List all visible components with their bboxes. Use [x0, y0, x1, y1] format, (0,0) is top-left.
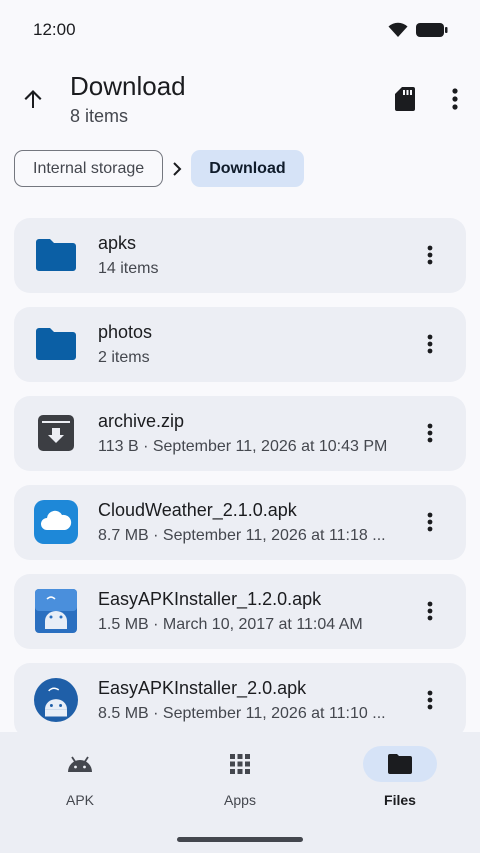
list-item[interactable]: CloudWeather_2.1.0.apk 8.7 MB · Septembe… — [14, 485, 466, 560]
nav-files[interactable]: Files — [340, 746, 460, 808]
file-list: apks 14 items photos 2 items archive.zip… — [14, 218, 466, 752]
nav-apps-label: Apps — [224, 792, 256, 808]
arrow-up-icon — [24, 90, 42, 108]
file-name: EasyAPKInstaller_1.2.0.apk — [98, 589, 322, 609]
nav-apk-pill — [43, 746, 117, 782]
chevron-right-icon — [163, 161, 191, 176]
apps-grid-icon — [230, 754, 250, 774]
status-bar: 12:00 — [0, 0, 480, 60]
status-icons — [388, 22, 448, 38]
nav-apps[interactable]: Apps — [180, 746, 300, 808]
list-item[interactable]: photos 2 items — [14, 307, 466, 382]
item-more-button[interactable] — [412, 237, 448, 273]
more-vert-icon — [427, 334, 433, 354]
nav-files-pill — [363, 746, 437, 782]
list-item[interactable]: apks 14 items — [14, 218, 466, 293]
item-more-button[interactable] — [412, 504, 448, 540]
breadcrumb-internal-storage[interactable]: Internal storage — [14, 150, 164, 187]
file-name: archive.zip — [98, 411, 185, 431]
item-more-button[interactable] — [412, 593, 448, 629]
more-vert-icon — [427, 512, 433, 532]
list-item[interactable]: archive.zip 113 B · September 11, 2026 a… — [14, 396, 466, 471]
android-icon — [68, 756, 92, 772]
folder-icon — [388, 754, 412, 774]
easy-installer-round-icon — [34, 678, 78, 722]
nav-apps-pill — [203, 746, 277, 782]
wifi-icon — [388, 22, 408, 37]
gesture-handle[interactable] — [177, 837, 303, 842]
item-more-button[interactable] — [412, 326, 448, 362]
status-time: 12:00 — [33, 20, 76, 39]
more-vert-icon — [427, 245, 433, 265]
file-meta: 8.7 MB · September 11, 2026 at 11:18 ... — [98, 527, 386, 544]
more-options-button[interactable] — [436, 80, 474, 118]
folder-icon — [34, 322, 78, 366]
top-app-bar: Download 8 items — [0, 62, 480, 136]
cloud-app-icon — [34, 500, 78, 544]
file-name: photos — [98, 322, 153, 342]
item-more-button[interactable] — [412, 415, 448, 451]
file-meta: 113 B · September 11, 2026 at 10:43 PM — [98, 438, 388, 455]
breadcrumb-download[interactable]: Download — [191, 150, 304, 187]
file-name: apks — [98, 233, 137, 253]
easy-installer-icon — [34, 589, 78, 633]
file-name: EasyAPKInstaller_2.0.apk — [98, 678, 307, 698]
folder-icon — [34, 233, 78, 277]
bottom-navigation: APK Apps Files — [0, 732, 480, 853]
more-vert-icon — [452, 88, 458, 110]
page-title: Download — [70, 71, 186, 101]
item-count: 8 items — [70, 106, 129, 126]
list-item[interactable]: EasyAPKInstaller_2.0.apk 8.5 MB · Septem… — [14, 663, 466, 738]
item-more-button[interactable] — [412, 682, 448, 718]
storage-button[interactable] — [386, 80, 424, 118]
more-vert-icon — [427, 601, 433, 621]
nav-apk-label: APK — [65, 792, 94, 808]
sd-card-icon — [395, 87, 415, 111]
file-meta: 8.5 MB · September 11, 2026 at 11:10 ... — [98, 705, 386, 722]
more-vert-icon — [427, 423, 433, 443]
file-meta: 2 items — [98, 349, 150, 366]
nav-apk[interactable]: APK — [20, 746, 140, 808]
nav-files-label: Files — [384, 792, 416, 808]
navigate-up-button[interactable] — [14, 80, 52, 118]
list-item[interactable]: EasyAPKInstaller_1.2.0.apk 1.5 MB · Marc… — [14, 574, 466, 649]
battery-icon — [416, 23, 448, 37]
archive-icon — [34, 411, 78, 455]
more-vert-icon — [427, 690, 433, 710]
file-meta: 1.5 MB · March 10, 2017 at 11:04 AM — [98, 616, 363, 633]
file-meta: 14 items — [98, 260, 159, 277]
breadcrumb: Internal storage Download — [14, 150, 304, 187]
file-name: CloudWeather_2.1.0.apk — [98, 500, 297, 520]
